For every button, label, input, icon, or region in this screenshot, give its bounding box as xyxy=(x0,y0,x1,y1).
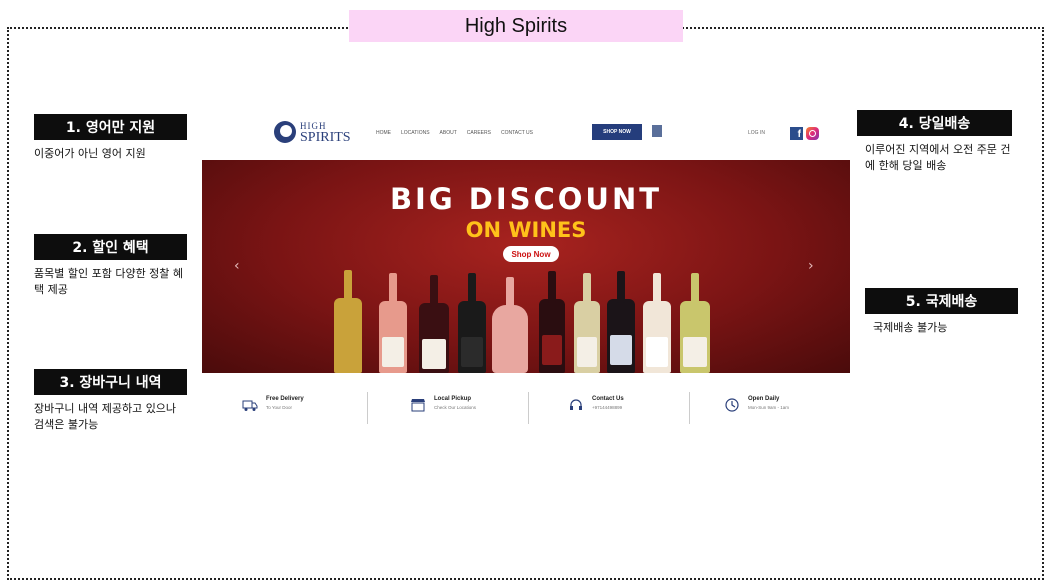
slide-title: High Spirits xyxy=(349,10,683,42)
nav-about[interactable]: ABOUT xyxy=(440,130,457,136)
feature-sub: To Your Door xyxy=(266,405,293,410)
callout-desc-english: 이중어가 아닌 영어 지원 xyxy=(34,147,146,160)
callout-label-english: 1. 영어만 지원 xyxy=(34,114,187,140)
callout-desc-intl: 국제배송 불가능 xyxy=(873,321,948,334)
bottle-image xyxy=(334,270,362,373)
features-bar: Free Delivery To Your Door Local Pickup … xyxy=(202,388,850,428)
bottle-image xyxy=(643,273,671,373)
carousel-prev-icon[interactable]: ‹ xyxy=(234,258,240,274)
logo-line2: SPIRITS xyxy=(300,130,351,145)
bottle-image xyxy=(458,273,486,373)
hero-subtitle: ON WINES xyxy=(465,218,587,242)
nav-careers[interactable]: CAREERS xyxy=(467,130,491,136)
carousel-next-icon[interactable]: › xyxy=(808,258,814,274)
feature-title: Open Daily xyxy=(748,396,780,402)
feature-free-delivery: Free Delivery To Your Door xyxy=(242,396,304,412)
feature-title: Local Pickup xyxy=(434,396,472,402)
cart-icon[interactable] xyxy=(652,125,662,137)
headset-icon xyxy=(570,399,582,410)
clock-icon xyxy=(725,398,739,412)
feature-sub: Check Our Locations xyxy=(434,405,477,410)
feature-local-pickup: Local Pickup Check Our Locations xyxy=(410,396,476,412)
bottle-image xyxy=(607,271,635,373)
callout-label-discount: 2. 할인 혜택 xyxy=(34,234,187,260)
feature-sub: +97144498899 xyxy=(592,405,623,410)
slide: High Spirits 1. 영어만 지원 이중어가 아닌 영어 지원 2. … xyxy=(0,0,1048,584)
feature-title: Contact Us xyxy=(592,396,624,402)
bottle-image xyxy=(680,273,710,373)
bottle-image xyxy=(574,273,600,373)
callout-label-same-day: 4. 당일배송 xyxy=(857,110,1012,136)
store-icon xyxy=(411,399,425,412)
nav-contact[interactable]: CONTACT US xyxy=(501,130,533,136)
divider xyxy=(528,392,529,424)
shop-now-button[interactable]: SHOP NOW xyxy=(592,124,642,140)
bottle-image xyxy=(492,277,528,373)
feature-sub: Mon-Sun 9am - 1am xyxy=(748,405,790,410)
callout-label-cart: 3. 장바구니 내역 xyxy=(34,369,187,395)
hero-shop-now-button[interactable]: Shop Now xyxy=(503,246,559,262)
logo-icon xyxy=(274,121,296,143)
website-screenshot: HIGH SPIRITS HOME LOCATIONS ABOUT CAREER… xyxy=(202,108,850,443)
bottle-image xyxy=(419,275,449,373)
feature-open-daily: Open Daily Mon-Sun 9am - 1am xyxy=(724,396,789,412)
hero-title: BIG DISCOUNT xyxy=(389,182,663,216)
site-nav: HOME LOCATIONS ABOUT CAREERS CONTACT US xyxy=(376,130,533,136)
bottle-image xyxy=(379,273,407,373)
login-link[interactable]: LOG IN xyxy=(748,130,765,136)
facebook-icon[interactable]: f xyxy=(790,127,803,140)
truck-icon xyxy=(242,400,258,411)
divider xyxy=(367,392,368,424)
site-header: HIGH SPIRITS HOME LOCATIONS ABOUT CAREER… xyxy=(202,108,850,160)
nav-home[interactable]: HOME xyxy=(376,130,391,136)
feature-contact-us: Contact Us +97144498899 xyxy=(568,396,624,412)
divider xyxy=(689,392,690,424)
callout-label-intl: 5. 국제배송 xyxy=(865,288,1018,314)
callout-desc-same-day: 이루어진 지역에서 오전 주문 건에 한해 당일 배송 xyxy=(865,143,1011,172)
callout-desc-discount: 품목별 할인 포함 다양한 정찰 혜택 제공 xyxy=(34,267,184,296)
callout-desc-cart: 장바구니 내역 제공하고 있으나 검색은 불가능 xyxy=(34,402,177,431)
nav-locations[interactable]: LOCATIONS xyxy=(401,130,430,136)
hero-banner: BIG DISCOUNT ON WINES Shop Now ‹ › xyxy=(202,160,850,373)
instagram-icon[interactable] xyxy=(806,127,819,140)
feature-title: Free Delivery xyxy=(266,396,304,402)
site-logo[interactable]: HIGH SPIRITS xyxy=(274,120,351,145)
bottle-image xyxy=(539,271,565,373)
